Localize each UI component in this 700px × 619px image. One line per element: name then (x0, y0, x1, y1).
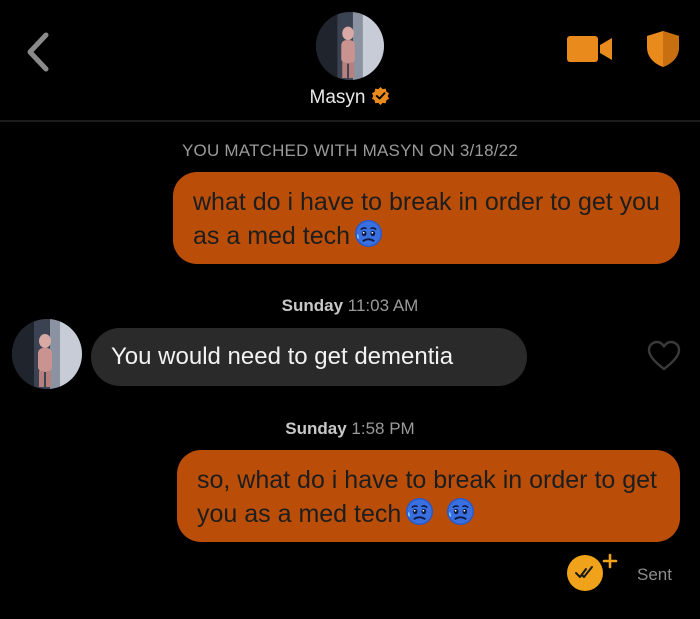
back-chevron-icon[interactable] (22, 30, 56, 74)
weary-face-emoji (405, 497, 434, 526)
weary-face-emoji (354, 219, 383, 248)
outgoing-message[interactable]: what do i have to break in order to get … (173, 172, 680, 264)
contact-name-row[interactable]: Masyn (0, 86, 700, 110)
chat-header: Masyn (0, 0, 700, 122)
outgoing-message[interactable]: so, what do i have to break in order to … (177, 450, 680, 542)
video-call-icon[interactable] (566, 34, 614, 64)
message-status: Sent (637, 565, 672, 584)
timestamp-day: Sunday (285, 419, 347, 438)
shield-icon[interactable] (645, 30, 681, 68)
verified-badge-icon (371, 86, 390, 110)
contact-name: Masyn (309, 87, 366, 108)
timestamp-time: 11:03 AM (347, 296, 419, 315)
sender-avatar[interactable] (12, 319, 82, 389)
message-timestamp: Sunday 1:58 PM (0, 419, 700, 439)
weary-face-emoji (446, 497, 475, 526)
message-timestamp: Sunday 11:03 AM (0, 296, 700, 316)
read-receipt-icon[interactable] (566, 553, 618, 593)
contact-avatar[interactable] (316, 12, 384, 80)
timestamp-time: 1:58 PM (351, 419, 415, 438)
heart-icon[interactable] (647, 340, 681, 372)
match-banner: YOU MATCHED WITH MASYN ON 3/18/22 (182, 141, 518, 160)
message-text: what do i have to break in order to get … (193, 188, 660, 250)
message-text: You would need to get dementia (111, 343, 454, 370)
timestamp-day: Sunday (281, 296, 344, 315)
incoming-message[interactable]: You would need to get dementia (91, 328, 527, 386)
